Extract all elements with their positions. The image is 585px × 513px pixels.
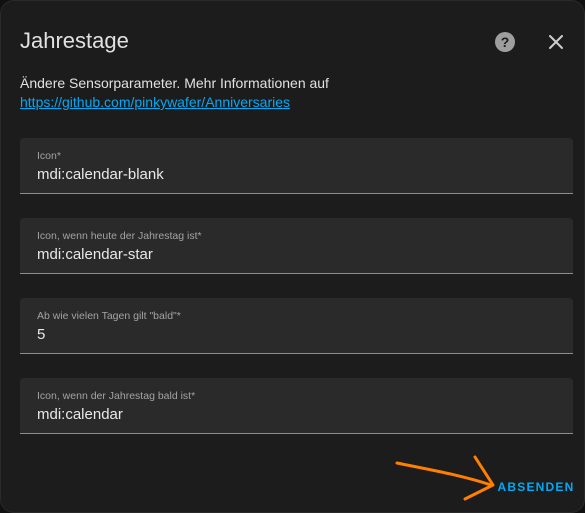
- help-icon[interactable]: ?: [494, 31, 516, 53]
- field-label: Icon, wenn der Jahrestag bald ist*: [37, 390, 196, 402]
- svg-text:?: ?: [501, 34, 510, 50]
- submit-button[interactable]: ABSENDEN: [494, 474, 578, 500]
- field-value: mdi:calendar-blank: [37, 166, 164, 183]
- icon-field[interactable]: Icon* mdi:calendar-blank: [20, 138, 573, 194]
- close-icon[interactable]: [546, 32, 566, 52]
- documentation-link[interactable]: https://github.com/pinkywafer/Anniversar…: [20, 93, 560, 112]
- description-text: Ändere Sensorparameter. Mehr Information…: [20, 75, 329, 91]
- soon-days-field[interactable]: Ab wie vielen Tagen gilt "bald"* 5: [20, 298, 573, 354]
- field-label: Icon, wenn heute der Jahrestag ist*: [37, 230, 202, 242]
- dialog: Jahrestage ? Ändere Sensorparameter. Meh…: [0, 0, 585, 513]
- field-value: mdi:calendar: [37, 406, 123, 423]
- field-label: Ab wie vielen Tagen gilt "bald"*: [37, 310, 181, 322]
- field-value: 5: [37, 326, 46, 343]
- icon-soon-field[interactable]: Icon, wenn der Jahrestag bald ist* mdi:c…: [20, 378, 573, 434]
- dialog-description: Ändere Sensorparameter. Mehr Information…: [20, 74, 560, 112]
- field-label: Icon*: [37, 150, 61, 162]
- field-value: mdi:calendar-star: [37, 246, 153, 263]
- annotation-arrow: [395, 455, 495, 501]
- icon-today-field[interactable]: Icon, wenn heute der Jahrestag ist* mdi:…: [20, 218, 573, 274]
- dialog-title: Jahrestage: [20, 28, 129, 53]
